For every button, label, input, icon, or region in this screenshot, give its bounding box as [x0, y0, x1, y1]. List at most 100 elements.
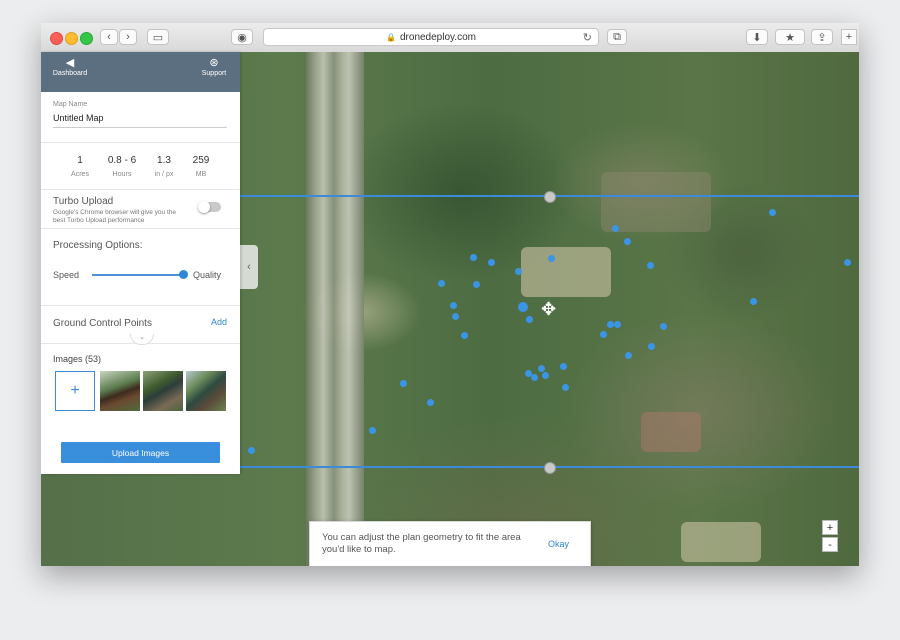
image-location-marker[interactable]: [400, 380, 407, 387]
dashboard-link[interactable]: ◀ Dashboard: [45, 57, 95, 77]
image-location-marker[interactable]: [452, 313, 459, 320]
zoom-in-label: +: [826, 521, 834, 534]
back-button[interactable]: ‹: [100, 29, 118, 45]
sidebar-icon: ▭: [152, 31, 164, 44]
image-location-marker[interactable]: [427, 399, 434, 406]
image-thumbnail[interactable]: [100, 371, 140, 411]
image-location-marker[interactable]: [750, 298, 757, 305]
upload-images-button[interactable]: Upload Images: [61, 442, 220, 463]
downloads-button[interactable]: ⬇: [746, 29, 768, 45]
zoom-window-button[interactable]: [80, 32, 93, 45]
chevron-left-icon: ‹: [107, 31, 111, 43]
images-section: Images (53) + Upload Images: [41, 344, 240, 479]
building-roof: [521, 247, 611, 297]
processing-section: Processing Options: Speed Quality: [41, 229, 240, 306]
image-location-marker[interactable]: [461, 332, 468, 339]
map-name-input[interactable]: Untitled Map: [53, 113, 227, 128]
minimize-window-button[interactable]: [65, 32, 78, 45]
image-location-marker[interactable]: [542, 372, 549, 379]
tabs-overview-button[interactable]: ⧉: [607, 29, 627, 45]
quality-slider-handle[interactable]: [179, 270, 188, 279]
reload-icon[interactable]: ↻: [583, 31, 592, 44]
zoom-out-button[interactable]: -: [822, 537, 838, 552]
close-window-button[interactable]: [50, 32, 63, 45]
toast-message: You can adjust the plan geometry to fit …: [322, 532, 521, 555]
title-bar: ‹ › ▭ ◉ 🔒 dronedeploy.com ↻ ⧉ ⬇ ★ ⇪ +: [41, 23, 859, 53]
sidebar-toggle-button[interactable]: ▭: [147, 29, 169, 45]
processing-title: Processing Options:: [53, 240, 143, 251]
plan-sidebar: ◀ Dashboard ⊛ Support Map Name Untitled …: [41, 52, 240, 474]
image-thumbnail[interactable]: [143, 371, 183, 411]
support-label: Support: [201, 70, 227, 77]
chevron-right-icon: ›: [126, 31, 130, 43]
add-image-button[interactable]: +: [55, 371, 95, 411]
share-button[interactable]: ⇪: [811, 29, 833, 45]
gcp-add-link[interactable]: Add: [211, 317, 227, 327]
image-location-marker[interactable]: [562, 384, 569, 391]
download-icon: ⬇: [752, 31, 762, 44]
forward-button[interactable]: ›: [119, 29, 137, 45]
image-location-marker[interactable]: [548, 255, 555, 262]
image-location-marker[interactable]: [647, 262, 654, 269]
turbo-upload-toggle[interactable]: [198, 201, 221, 213]
address-bar[interactable]: 🔒 dronedeploy.com ↻: [263, 28, 599, 46]
roof-patch: [641, 412, 701, 452]
image-location-marker[interactable]: [624, 238, 631, 245]
new-tab-button[interactable]: +: [841, 29, 857, 45]
road: [306, 52, 364, 566]
image-location-marker[interactable]: [369, 427, 376, 434]
image-location-marker[interactable]: [470, 254, 477, 261]
images-title: Images (53): [53, 354, 102, 364]
gcp-title: Ground Control Points: [53, 318, 152, 329]
image-location-marker[interactable]: [769, 209, 776, 216]
back-arrow-icon: ◀: [65, 57, 75, 69]
image-location-marker[interactable]: [560, 363, 567, 370]
sidebar-header: ◀ Dashboard ⊛ Support: [41, 52, 240, 92]
field-patch: [601, 172, 711, 232]
toggle-knob: [198, 201, 210, 213]
image-location-marker[interactable]: [648, 343, 655, 350]
hint-toast: You can adjust the plan geometry to fit …: [309, 521, 591, 566]
quality-slider-track[interactable]: [92, 274, 185, 276]
image-location-marker[interactable]: [614, 321, 621, 328]
image-location-marker[interactable]: [438, 280, 445, 287]
gcp-section: Ground Control Points Add ⌄: [41, 306, 240, 345]
stat-hours: 0.8 - 6 Hours: [107, 155, 137, 178]
plus-icon: +: [70, 382, 80, 399]
image-location-marker[interactable]: [607, 321, 614, 328]
image-thumbnail[interactable]: [186, 371, 226, 411]
image-location-marker[interactable]: [450, 302, 457, 309]
turbo-upload-description: Google's Chrome browser will give you th…: [53, 209, 176, 224]
chevron-left-icon: ‹: [247, 261, 251, 273]
speed-label: Speed: [53, 270, 80, 280]
collapse-sidebar-button[interactable]: ‹: [240, 245, 258, 289]
image-location-marker[interactable]: [248, 447, 255, 454]
image-location-marker[interactable]: [625, 352, 632, 359]
tabs-icon: ⧉: [613, 30, 621, 43]
boundary-handle-top[interactable]: [544, 191, 556, 203]
image-location-marker[interactable]: [660, 323, 667, 330]
image-location-marker[interactable]: [531, 374, 538, 381]
zoom-in-button[interactable]: +: [822, 520, 838, 535]
move-icon[interactable]: ✥: [541, 300, 556, 318]
bookmark-button[interactable]: ★: [775, 29, 805, 45]
zoom-out-label: -: [828, 538, 832, 551]
image-location-marker[interactable]: [526, 316, 533, 323]
image-location-marker[interactable]: [515, 268, 522, 275]
image-location-marker[interactable]: [488, 259, 495, 266]
image-location-marker[interactable]: [538, 365, 545, 372]
extension-button[interactable]: ◉: [231, 29, 253, 45]
toast-okay-button[interactable]: Okay: [548, 539, 569, 549]
image-location-marker[interactable]: [518, 302, 528, 312]
stat-acres: 1 Acres: [71, 155, 89, 178]
image-location-marker[interactable]: [600, 331, 607, 338]
image-location-marker[interactable]: [612, 225, 619, 232]
image-location-marker[interactable]: [844, 259, 851, 266]
support-link[interactable]: ⊛ Support: [189, 57, 239, 77]
image-location-marker[interactable]: [473, 281, 480, 288]
boundary-handle-bottom[interactable]: [544, 462, 556, 474]
stat-resolution: 1.3 in / px: [154, 155, 174, 178]
clearing-patch: [681, 522, 761, 562]
extension-icon: ◉: [237, 31, 247, 44]
lifebuoy-icon: ⊛: [209, 57, 219, 69]
